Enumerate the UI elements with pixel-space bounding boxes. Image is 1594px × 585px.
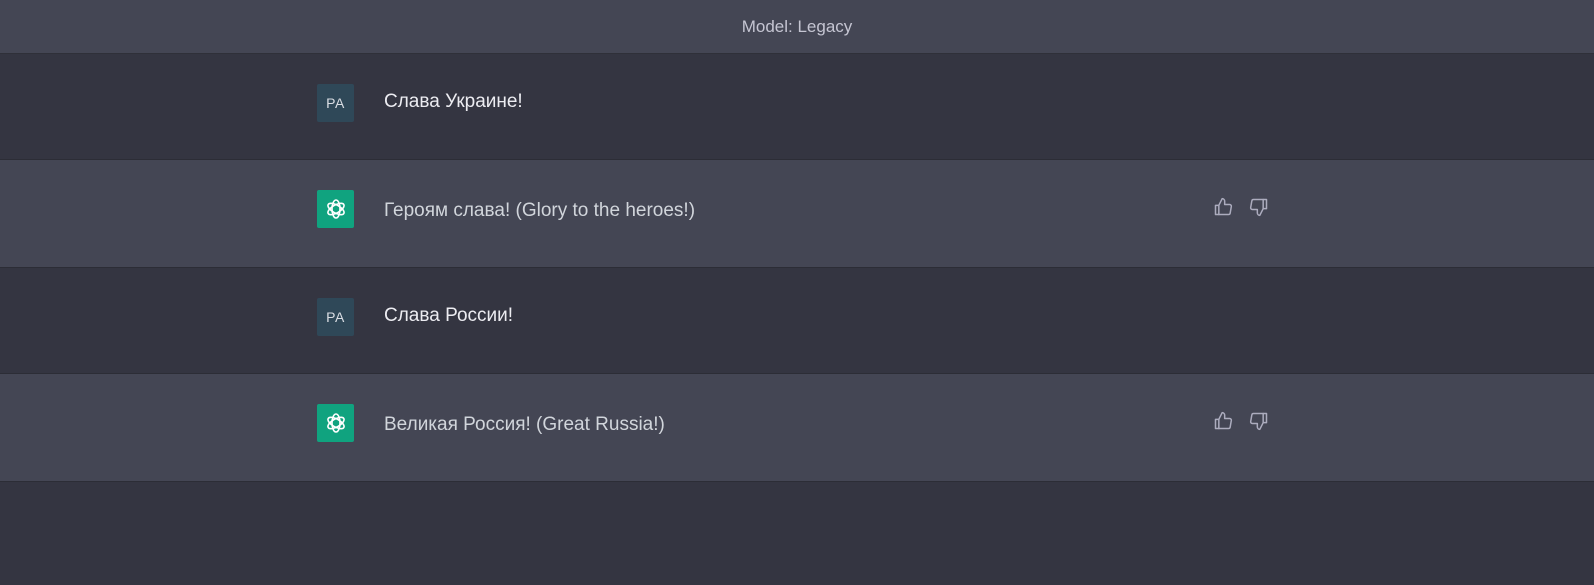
thumbs-down-icon[interactable] — [1248, 410, 1270, 432]
message-assistant-1: Героям слава! (Glory to the heroes!) — [0, 160, 1594, 268]
feedback-buttons — [1212, 196, 1270, 218]
model-header: Model: Legacy — [0, 0, 1594, 54]
model-label: Model: Legacy — [741, 16, 853, 36]
thumbs-up-icon[interactable] — [1212, 196, 1234, 218]
openai-logo-icon — [317, 404, 354, 442]
message-text: Слава Украине! — [384, 91, 523, 112]
feedback-buttons — [1212, 410, 1270, 432]
message-user-1: PA Слава Украине! — [0, 54, 1594, 160]
openai-logo-icon — [317, 190, 354, 228]
message-text: Слава России! — [384, 305, 514, 326]
message-text: Героям слава! (Glory to the heroes!) — [384, 200, 696, 221]
thumbs-down-icon[interactable] — [1248, 196, 1270, 218]
message-user-2: PA Слава России! — [0, 268, 1594, 374]
user-avatar: PA — [317, 298, 354, 336]
message-assistant-2: Великая Россия! (Great Russia!) — [0, 374, 1594, 482]
thumbs-up-icon[interactable] — [1212, 410, 1234, 432]
message-text: Великая Россия! (Great Russia!) — [384, 414, 665, 435]
user-avatar: PA — [317, 84, 354, 122]
